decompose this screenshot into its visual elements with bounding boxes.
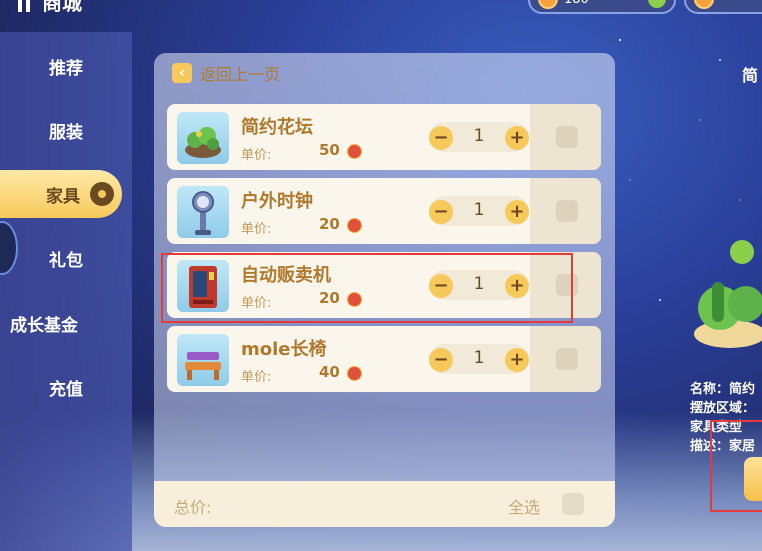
sidebar-item-label: 家具 — [46, 186, 80, 207]
item-checkbox[interactable] — [556, 126, 578, 148]
price-label: 单价: — [241, 370, 272, 385]
select-all-checkbox[interactable] — [562, 493, 584, 515]
chevron-left-icon: ‹ — [172, 63, 192, 83]
item-price: 20 — [319, 215, 340, 233]
price-label: 单价: — [241, 222, 272, 237]
outdoor-clock-thumbnail — [177, 186, 229, 238]
vending-machine-thumbnail — [177, 260, 229, 312]
add-coins-button[interactable] — [648, 0, 666, 8]
item-price: 20 — [319, 289, 340, 307]
coin-amount: 180 — [564, 0, 589, 7]
increase-button[interactable]: + — [505, 126, 529, 150]
sidebar-item-clothing[interactable]: 服装 — [0, 110, 132, 150]
sidebar-item-gift-pack[interactable]: 礼包 — [0, 238, 132, 278]
total-label: 总价: — [174, 498, 212, 517]
price-label: 单价: — [241, 296, 272, 311]
select-area — [530, 326, 601, 392]
list-item: 自动贩卖机 单价: 20 − 1 + — [167, 252, 601, 318]
select-area — [530, 252, 601, 318]
gem-currency-icon — [694, 0, 714, 9]
decrease-button[interactable]: − — [429, 348, 453, 372]
sidebar-item-growth-fund[interactable]: 成长基金 — [0, 303, 132, 343]
quantity-stepper: − 1 + — [429, 122, 529, 152]
shop-title-text: 商城 — [42, 0, 82, 15]
shop-title: 商城 — [0, 0, 82, 15]
sidebar-item-label: 推荐 — [49, 58, 83, 79]
sidebar-item-label: 服装 — [49, 122, 83, 143]
gem-icon — [347, 292, 362, 307]
quantity-value: 1 — [473, 126, 485, 146]
back-label: 返回上一页 — [200, 65, 281, 84]
gem-icon — [347, 218, 362, 233]
item-name: 户外时钟 — [241, 191, 313, 212]
decrease-button[interactable]: − — [429, 126, 453, 150]
preview-plant-image — [694, 240, 762, 348]
item-checkbox[interactable] — [556, 348, 578, 370]
increase-button[interactable]: + — [505, 348, 529, 372]
currency-counter-gems — [684, 0, 762, 14]
preview-detail-name: 名称：简约 — [690, 382, 756, 397]
item-name: mole长椅 — [241, 339, 327, 360]
preview-title: 简 — [742, 66, 759, 85]
cart-footer: 总价: 全选 — [154, 481, 615, 527]
item-name: 简约花坛 — [241, 117, 313, 138]
gem-icon — [347, 144, 362, 159]
select-all-label: 全选 — [508, 498, 541, 517]
quantity-value: 1 — [473, 200, 485, 220]
select-area — [530, 104, 601, 170]
decrease-button[interactable]: − — [429, 274, 453, 298]
item-name: 自动贩卖机 — [241, 265, 331, 286]
decrease-button[interactable]: − — [429, 200, 453, 224]
flower-bed-thumbnail — [177, 112, 229, 164]
sidebar-item-label: 成长基金 — [10, 315, 78, 336]
item-checkbox[interactable] — [556, 274, 578, 296]
sidebar-item-label: 充值 — [49, 379, 83, 400]
increase-button[interactable]: + — [505, 200, 529, 224]
item-checkbox[interactable] — [556, 200, 578, 222]
preview-detail-area: 摆放区域： — [690, 401, 756, 416]
buy-button[interactable] — [744, 457, 762, 501]
back-button[interactable]: ‹ 返回上一页 — [172, 60, 280, 86]
gem-icon — [347, 366, 362, 381]
list-item: 户外时钟 单价: 20 − 1 + — [167, 178, 601, 244]
item-price: 40 — [319, 363, 340, 381]
sidebar-item-recharge[interactable]: 充值 — [0, 367, 132, 407]
list-item: mole长椅 单价: 40 − 1 + — [167, 326, 601, 392]
select-area — [530, 178, 601, 244]
quantity-stepper: − 1 + — [429, 270, 529, 300]
mole-bench-thumbnail — [177, 334, 229, 386]
preview-detail-type: 家具类型 — [690, 420, 743, 435]
quantity-stepper: − 1 + — [429, 196, 529, 226]
sidebar-item-label: 礼包 — [49, 250, 83, 271]
preview-detail-desc: 描述：家居 — [690, 439, 756, 454]
item-price: 50 — [319, 141, 340, 159]
quantity-stepper: − 1 + — [429, 344, 529, 374]
paw-icon — [90, 182, 114, 206]
sidebar-item-recommend[interactable]: 推荐 — [0, 46, 132, 86]
currency-counter-coins: 180 — [528, 0, 676, 14]
list-item: 简约花坛 单价: 50 − 1 + — [167, 104, 601, 170]
quantity-value: 1 — [473, 274, 485, 294]
price-label: 单价: — [241, 148, 272, 163]
sidebar-item-furniture[interactable]: 家具 — [0, 170, 122, 218]
quantity-value: 1 — [473, 348, 485, 368]
coin-icon — [538, 0, 558, 9]
increase-button[interactable]: + — [505, 274, 529, 298]
shop-icon — [18, 0, 30, 12]
